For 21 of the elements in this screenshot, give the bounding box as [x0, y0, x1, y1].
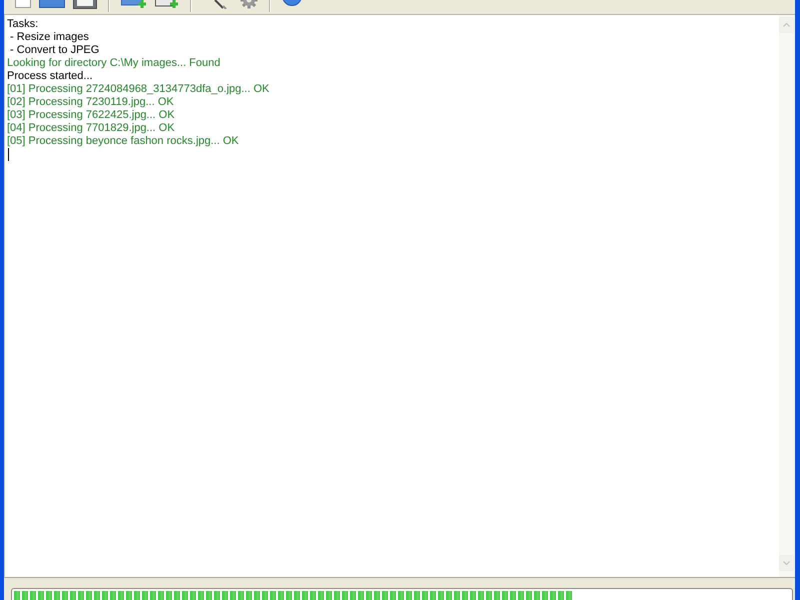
log-line: Process started...	[7, 70, 93, 83]
log-line: [02] Processing 7230119.jpg... OK	[7, 96, 174, 109]
log-line: [05] Processing beyonce fashon rocks.jpg... OK	[7, 135, 239, 148]
scroll-up-button[interactable]	[779, 17, 794, 33]
gear-icon[interactable]	[240, 0, 258, 9]
log-line: - Resize images	[9, 31, 89, 44]
panel-icon[interactable]	[39, 0, 65, 8]
add-icon[interactable]	[121, 0, 147, 9]
page-icon[interactable]	[15, 0, 31, 8]
text-cursor	[8, 148, 9, 161]
scroll-down-button[interactable]	[779, 555, 794, 571]
log-line: Looking for directory C:\My images... Found	[7, 57, 220, 70]
log-line: [01] Processing 2724084968_3134773dfa_o.jpg... OK	[7, 83, 270, 96]
log-line: - Convert to JPEG	[9, 44, 100, 57]
log-line: [04] Processing 7701829.jpg... OK	[7, 122, 175, 135]
scrollbar[interactable]	[779, 15, 795, 578]
log-line: [03] Processing 7622425.jpg... OK	[7, 109, 175, 122]
floppy-icon[interactable]	[73, 0, 97, 9]
wand-icon[interactable]	[213, 0, 227, 9]
log-line: Tasks:	[7, 18, 38, 31]
window-add-icon[interactable]	[155, 0, 179, 9]
